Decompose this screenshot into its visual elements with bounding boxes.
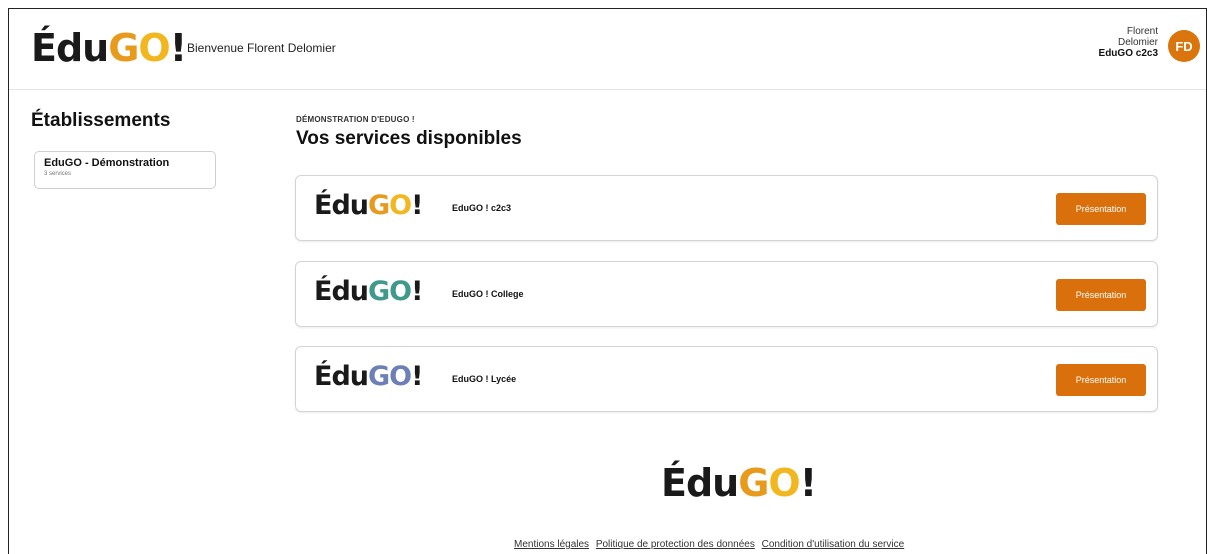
footer-links: Mentions légales Politique de protection… [514, 539, 908, 550]
app-frame: ÉduGO! Bienvenue Florent Delomier Floren… [8, 8, 1207, 554]
logo-letter-o: O [768, 461, 800, 505]
service-name: EduGO ! c2c3 [452, 203, 512, 213]
logo-letter-g: G [368, 276, 390, 307]
top-header: ÉduGO! Bienvenue Florent Delomier Floren… [9, 9, 1206, 90]
terms-of-service-link[interactable]: Condition d'utilisation du service [762, 539, 905, 550]
service-name: EduGO ! Lycée [452, 374, 517, 384]
page-title: Vos services disponibles [296, 128, 522, 149]
service-name: EduGO ! College [452, 289, 524, 299]
establishment-card[interactable]: EduGO - Démonstration 3 services [34, 151, 216, 189]
logo-bang: ! [411, 361, 423, 392]
establishment-services-count: 3 services [44, 171, 72, 177]
section-eyebrow: DÉMONSTRATION D'EDUGO ! [296, 115, 415, 124]
logo-letter-g: G [368, 361, 390, 392]
service-card-c2c3[interactable]: ÉduGO! EduGO ! c2c3 Présentation [295, 175, 1158, 241]
logo-letter-g: G [738, 461, 769, 505]
logo-text-edu: Édu [31, 26, 109, 70]
service-card-college[interactable]: ÉduGO! EduGO ! College Présentation [295, 261, 1158, 327]
logo-letter-o: O [138, 26, 170, 70]
user-info[interactable]: Florent Delomier EduGO c2c3 [1099, 26, 1158, 59]
avatar[interactable]: FD [1168, 30, 1200, 62]
logo-text-edu: Édu [314, 190, 369, 221]
user-first-name: Florent [1126, 26, 1158, 37]
logo-letter-o: O [389, 276, 412, 307]
privacy-policy-link[interactable]: Politique de protection des données [596, 539, 755, 550]
service-card-lycee[interactable]: ÉduGO! EduGO ! Lycée Présentation [295, 346, 1158, 412]
user-org: EduGO c2c3 [1098, 48, 1158, 59]
logo-letter-o: O [389, 361, 412, 392]
legal-notice-link[interactable]: Mentions légales [514, 539, 589, 550]
service-logo: ÉduGO! [314, 276, 423, 308]
logo-text-edu: Édu [661, 461, 739, 505]
welcome-text: Bienvenue Florent Delomier [187, 41, 336, 55]
establishment-name: EduGO - Démonstration [44, 157, 170, 169]
footer-logo: ÉduGO! [661, 461, 817, 505]
presentation-button[interactable]: Présentation [1056, 193, 1146, 225]
logo-bang: ! [169, 26, 187, 70]
edugo-logo[interactable]: ÉduGO! [31, 26, 187, 70]
user-last-name: Delomier [1117, 37, 1158, 48]
logo-letter-g: G [368, 190, 390, 221]
presentation-button[interactable]: Présentation [1056, 364, 1146, 396]
logo-letter-g: G [108, 26, 139, 70]
logo-text-edu: Édu [314, 276, 369, 307]
establishments-title: Établissements [31, 110, 171, 131]
logo-bang: ! [799, 461, 817, 505]
service-logo: ÉduGO! [314, 361, 423, 393]
logo-text-edu: Édu [314, 361, 369, 392]
logo-letter-o: O [389, 190, 412, 221]
presentation-button[interactable]: Présentation [1056, 279, 1146, 311]
service-logo: ÉduGO! [314, 190, 423, 222]
logo-bang: ! [411, 276, 423, 307]
logo-bang: ! [411, 190, 423, 221]
